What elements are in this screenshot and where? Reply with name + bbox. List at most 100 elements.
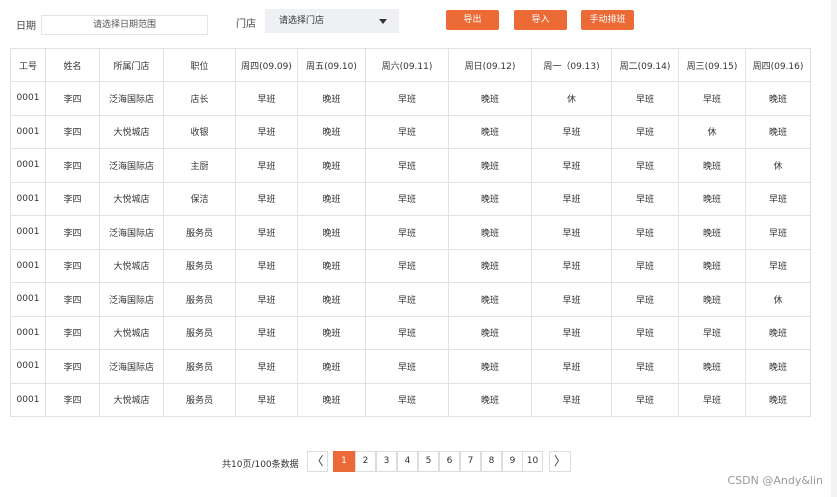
date-label: 日期	[16, 21, 36, 32]
page-button[interactable]: 10	[522, 451, 543, 472]
table-cell: 晚班	[297, 215, 366, 250]
table-cell: 早班	[235, 148, 298, 183]
column-header: 周四(09.09)	[235, 48, 298, 82]
table-cell: 晚班	[297, 114, 366, 149]
table-cell: 服务员	[163, 282, 236, 317]
table-cell: 李四	[45, 349, 100, 384]
table-cell: 早班	[235, 315, 298, 350]
watermark: CSDN @Andy&lin	[727, 474, 823, 487]
manual-schedule-button[interactable]: 手动排班	[581, 10, 634, 30]
table-cell: 早班	[531, 148, 612, 183]
table-cell: 早班	[235, 349, 298, 384]
table-cell: 早班	[365, 315, 449, 350]
table-cell: 早班	[235, 215, 298, 250]
date-range-input[interactable]: 请选择日期范围	[41, 15, 208, 35]
table-row: 0001 李四 大悦城店 收银 早班 晚班 早班 晚班 早班 早班休晚班	[10, 114, 811, 149]
table-cell: 早班	[365, 181, 449, 216]
next-page-button[interactable]: 〉	[549, 451, 571, 472]
table-cell: 早班	[531, 382, 612, 417]
table-cell: 李四	[45, 148, 100, 183]
table-row: 0001 李四 泛海国际店 服务员 早班 晚班 早班 晚班 早班 早班 晚班 晚班	[10, 349, 811, 384]
table-cell: 晚班	[448, 181, 532, 216]
export-button[interactable]: 导出	[446, 10, 499, 30]
table-row: 0001 李四 大悦城店 保洁 早班 晚班 早班 晚班 早班 早班 晚班 早班	[10, 181, 811, 216]
column-header: 姓名	[45, 48, 100, 82]
table-cell: 晚班	[448, 248, 532, 283]
scrollbar-track[interactable]	[831, 0, 837, 497]
table-cell: 早班	[611, 81, 679, 116]
page-button[interactable]: 2	[355, 451, 376, 472]
page-button[interactable]: 5	[418, 451, 439, 472]
table-cell: 晚班	[448, 349, 532, 384]
table-cell: 早班	[745, 181, 811, 216]
table-cell: 晚班	[297, 248, 366, 283]
table-cell: 服务员	[163, 315, 236, 350]
table-cell: 早班	[678, 382, 746, 417]
table-cell: 0001	[10, 315, 46, 350]
table-cell: 服务员	[163, 248, 236, 283]
table-cell: 晚班	[448, 315, 532, 350]
table-cell: 晚班	[297, 181, 366, 216]
table-cell: 大悦城店	[99, 382, 164, 417]
table-cell: 大悦城店	[99, 114, 164, 149]
table-cell: 晚班	[297, 382, 366, 417]
table-cell: 0001	[10, 114, 46, 149]
table-cell: 早班	[531, 315, 612, 350]
table-cell: 早班	[611, 349, 679, 384]
table-cell: 晚班	[297, 282, 366, 317]
table-cell: 0001	[10, 382, 46, 417]
table-cell: 泛海国际店	[99, 148, 164, 183]
table-cell: 早班	[611, 382, 679, 417]
page-button[interactable]: 9	[502, 451, 523, 472]
table-cell: 晚班	[448, 382, 532, 417]
table-cell: 早班	[365, 215, 449, 250]
page-button[interactable]: 3	[376, 451, 397, 472]
table-cell: 0001	[10, 349, 46, 384]
table-row: 0001 李四 大悦城店 服务员 早班 晚班 早班 晚班 早班 早班 早班 晚班	[10, 315, 811, 350]
table-cell: 0001	[10, 181, 46, 216]
page-button[interactable]: 8	[481, 451, 502, 472]
store-select-value: 请选择门店	[279, 16, 325, 26]
table-row: 0001 李四 大悦城店 服务员 早班 晚班 早班 晚班 早班 早班 早班 晚班	[10, 382, 811, 417]
chevron-right-icon: 〉	[553, 454, 566, 468]
store-select[interactable]: 请选择门店	[265, 9, 399, 33]
table-cell: 大悦城店	[99, 315, 164, 350]
page-button[interactable]: 4	[397, 451, 418, 472]
table-cell: 早班	[531, 248, 612, 283]
page-button[interactable]: 7	[460, 451, 481, 472]
prev-page-button[interactable]: 〈	[307, 451, 328, 472]
table-cell: 服务员	[163, 215, 236, 250]
table-cell: 早班	[235, 248, 298, 283]
table-cell: 晚班	[745, 315, 811, 350]
table-cell: 早班	[531, 282, 612, 317]
table-cell: 0001	[10, 215, 46, 250]
page-button[interactable]: 1	[333, 451, 355, 472]
table-cell: 晚班	[448, 148, 532, 183]
table-cell: 早班	[365, 282, 449, 317]
table-cell: 早班	[235, 282, 298, 317]
table-cell: 早班	[235, 181, 298, 216]
table-cell: 早班	[365, 114, 449, 149]
column-header: 周五(09.10)	[297, 48, 366, 82]
table-cell: 李四	[45, 181, 100, 216]
chevron-left-icon: 〈	[311, 454, 324, 468]
table-header-row: 工号 姓名 所属门店 职位 周四(09.09) 周五(09.10) 周六(09.11) 周日(…	[10, 48, 811, 82]
table-cell: 早班	[531, 349, 612, 384]
page-button[interactable]: 6	[439, 451, 460, 472]
column-header: 工号	[10, 48, 46, 82]
table-cell: 早班	[531, 215, 612, 250]
caret-down-icon	[379, 19, 387, 24]
table-cell: 泛海国际店	[99, 81, 164, 116]
import-button[interactable]: 导入	[514, 10, 567, 30]
table-cell: 主厨	[163, 148, 236, 183]
table-cell: 晚班	[297, 315, 366, 350]
table-cell: 早班	[611, 181, 679, 216]
table-cell: 晚班	[678, 248, 746, 283]
table-cell: 早班	[611, 148, 679, 183]
column-header: 周四(09.16)	[745, 48, 811, 82]
table-cell: 晚班	[678, 148, 746, 183]
table-cell: 早班	[531, 114, 612, 149]
table-cell: 0001	[10, 282, 46, 317]
table-cell: 晚班	[678, 282, 746, 317]
table-cell: 晚班	[448, 81, 532, 116]
